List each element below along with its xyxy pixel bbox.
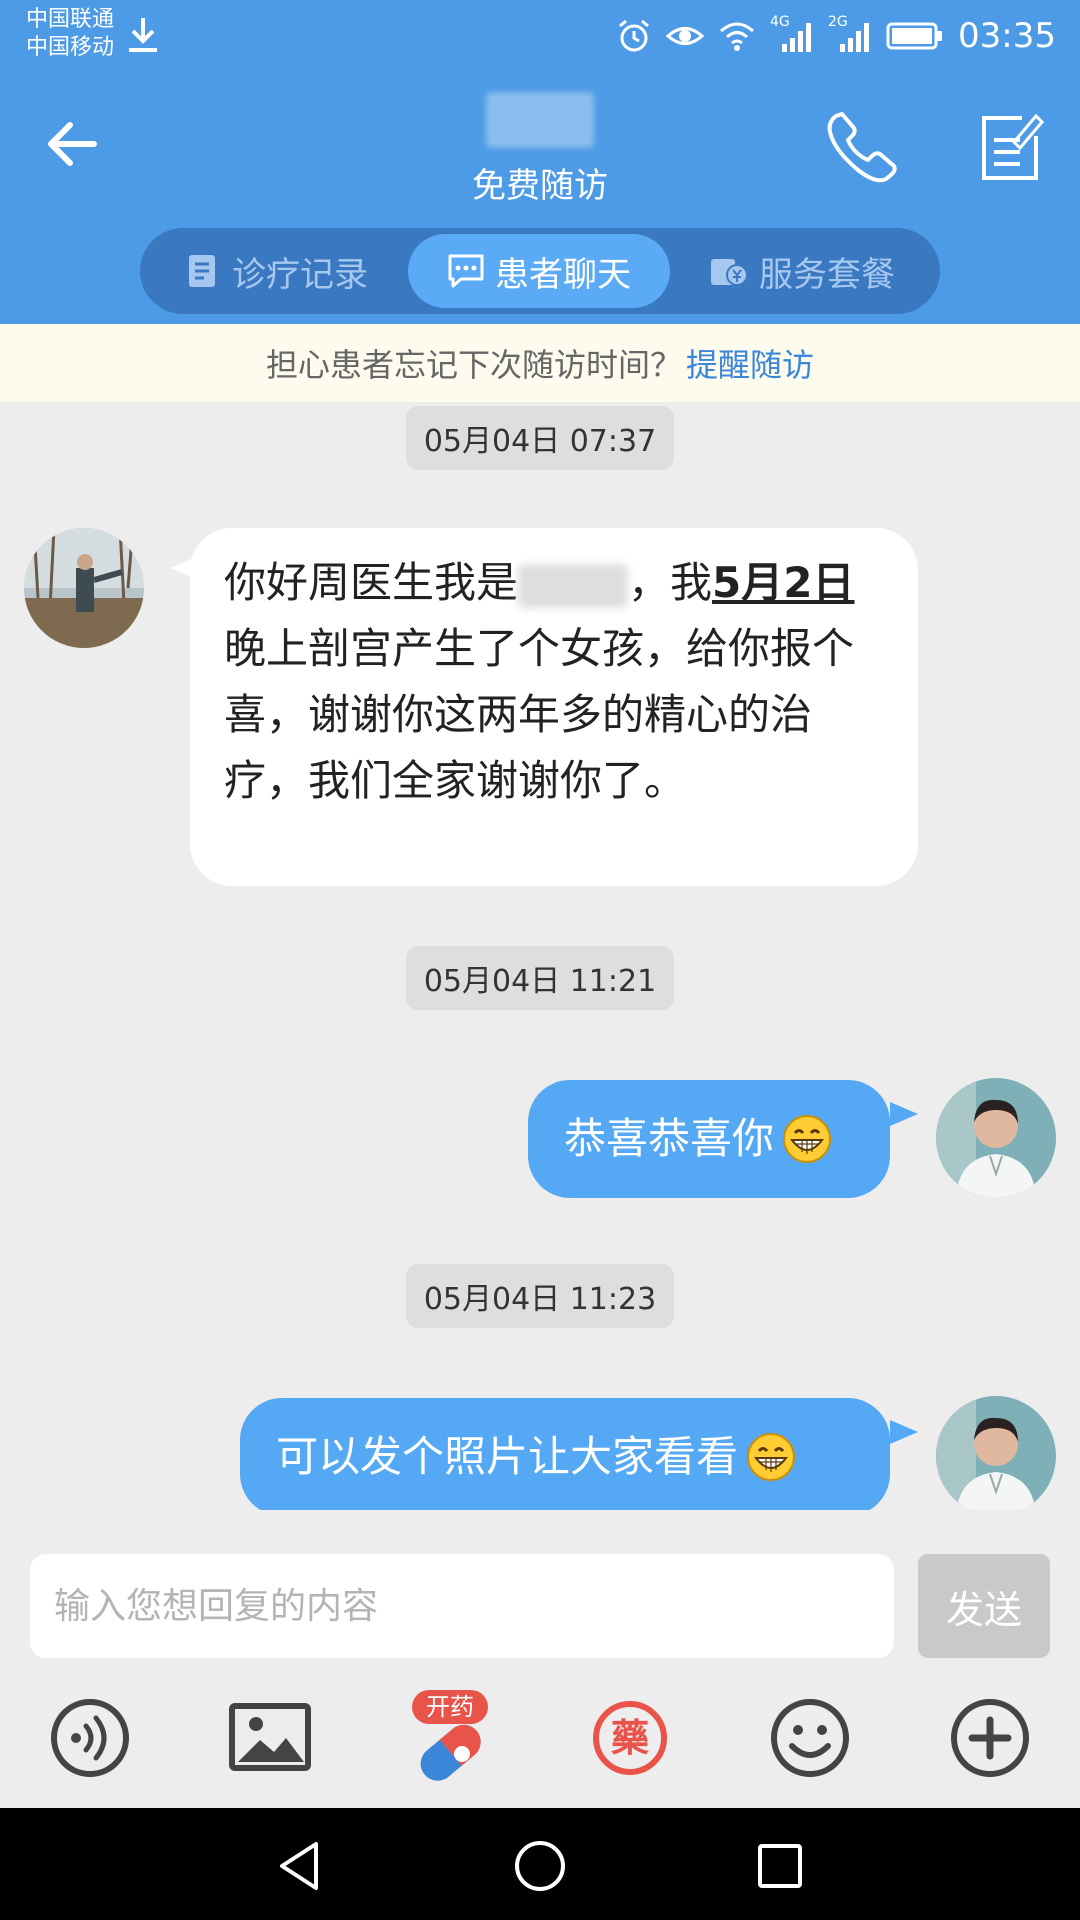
tab-service-package[interactable]: 服务套餐 (682, 234, 922, 308)
page-subtitle: 免费随访 (472, 166, 608, 206)
carrier-1: 中国联通 (26, 7, 115, 32)
tab-service-package-label: 服务套餐 (759, 254, 895, 295)
clock: 03:35 (958, 16, 1056, 56)
battery-icon (886, 22, 943, 50)
chat-history[interactable]: 05月04日 07:37 你好周医生我是 ，我5月2日晚上剖宫产生了个女孩，给你报… (0, 402, 1080, 1510)
bubble-tail (890, 1102, 918, 1126)
signal-2g-icon: 2G (828, 14, 872, 54)
tab-records-label: 诊疗记录 (232, 254, 368, 295)
nav-recents-icon[interactable] (752, 1838, 808, 1894)
message-timestamp: 05月04日 11:21 (406, 946, 674, 1010)
doctor-avatar[interactable] (936, 1396, 1056, 1510)
redacted-name (518, 563, 629, 608)
patient-avatar[interactable] (24, 528, 144, 648)
message-text: 恭喜恭喜你 (564, 1114, 775, 1163)
tab-bar: 诊疗记录 患者聊天 服务套餐 (140, 228, 940, 314)
tab-records[interactable]: 诊疗记录 (158, 234, 396, 308)
image-icon[interactable] (222, 1690, 318, 1786)
download-icon (129, 18, 157, 52)
medicine-button[interactable]: 藥 (582, 1690, 678, 1786)
patient-name-blurred (486, 92, 594, 148)
wifi-icon (720, 22, 755, 51)
message-text-part: ，我 (628, 558, 713, 607)
eye-icon (666, 27, 705, 45)
reminder-text: 担心患者忘记下次随访时间？ (265, 346, 682, 384)
phone-icon[interactable] (824, 108, 900, 184)
send-button[interactable]: 发送 (918, 1554, 1050, 1658)
message-text: 可以发个照片让大家看看 (276, 1432, 739, 1481)
message-timestamp: 05月04日 11:23 (406, 1264, 674, 1328)
remind-follow-up-link[interactable]: 提醒随访 (686, 340, 814, 386)
nav-home-icon[interactable] (512, 1838, 568, 1894)
medicine-glyph: 藥 (610, 1716, 649, 1760)
system-nav-bar (0, 1808, 1080, 1920)
status-bar: 中国联通 中国移动 4G 2G 03:35 (0, 0, 1080, 72)
date-link[interactable]: 5月2日 (712, 558, 854, 607)
grin-emoji-icon (747, 1433, 796, 1481)
record-icon (189, 255, 215, 287)
prescribe-badge: 开药 (412, 1690, 488, 1724)
carrier-info: 中国联通 中国移动 (26, 6, 114, 62)
tab-patient-chat[interactable]: 患者聊天 (408, 234, 670, 308)
chat-toolbar: 开药 藥 (0, 1690, 1080, 1810)
reply-input[interactable] (30, 1554, 894, 1658)
tab-patient-chat-label: 患者聊天 (495, 254, 631, 295)
prescribe-button[interactable]: 开药 (402, 1690, 498, 1786)
plus-icon[interactable] (942, 1690, 1038, 1786)
voice-icon[interactable] (42, 1690, 138, 1786)
doctor-avatar[interactable] (936, 1078, 1056, 1198)
message-timestamp: 05月04日 07:37 (406, 406, 674, 470)
incoming-message-bubble[interactable]: 你好周医生我是 ，我5月2日晚上剖宫产生了个女孩，给你报个喜，谢谢你这两年多的精心… (190, 528, 918, 886)
app-header: 免费随访 诊疗记录 患者聊天 服务套餐 (0, 72, 1080, 324)
package-icon (711, 259, 748, 286)
follow-up-reminder-banner: 担心患者忘记下次随访时间？ 提醒随访 (0, 324, 1080, 402)
outgoing-message-bubble[interactable]: 恭喜恭喜你 (528, 1080, 890, 1198)
grin-emoji-icon (783, 1115, 832, 1163)
nav-back-icon[interactable] (272, 1838, 328, 1894)
message-text-part: 晚上剖宫产生了个女孩，给你报个喜，谢谢你这两年多的精心的治疗，我们全家谢谢你了。 (224, 624, 855, 805)
outgoing-message-bubble[interactable]: 可以发个照片让大家看看 (240, 1398, 890, 1510)
emoji-icon[interactable] (762, 1690, 858, 1786)
signal-4g-icon: 4G (770, 14, 814, 54)
message-text-part: 你好周医生我是 (224, 558, 519, 607)
alarm-icon (619, 19, 649, 52)
edit-note-icon[interactable] (978, 110, 1044, 182)
bubble-tail (890, 1420, 918, 1444)
status-icons: 4G 2G 03:35 (616, 14, 1056, 58)
carrier-2: 中国移动 (26, 35, 115, 60)
chat-icon (448, 254, 484, 288)
message-input-bar: 发送 (0, 1530, 1080, 1670)
